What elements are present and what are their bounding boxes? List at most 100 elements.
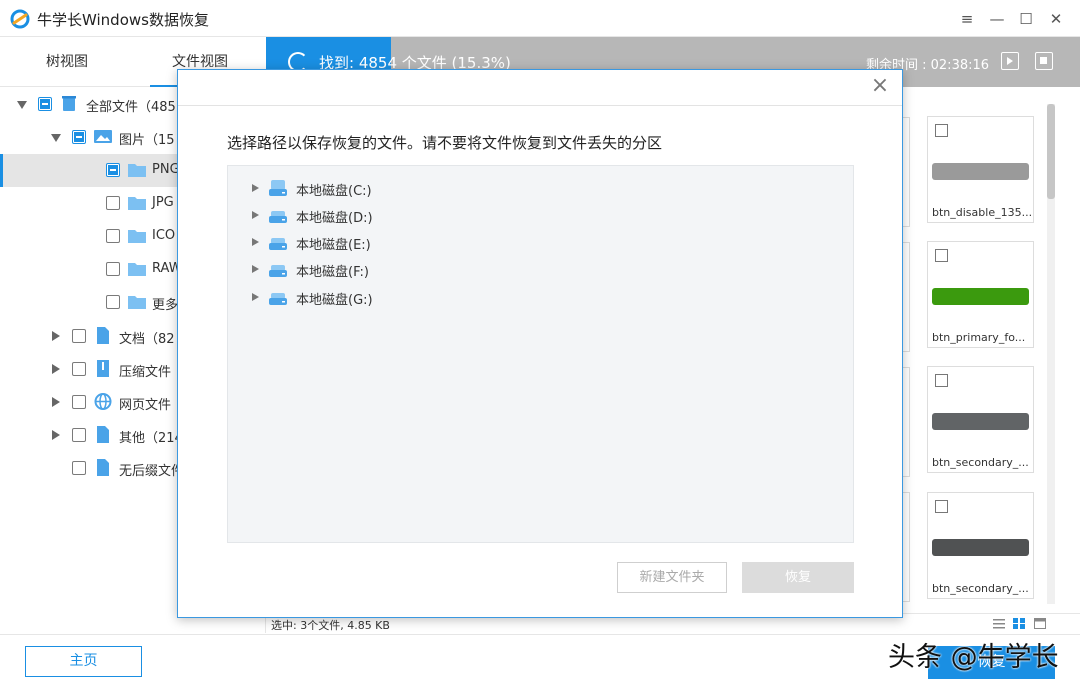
drive-label: 本地磁盘(D:) <box>296 211 373 226</box>
drive-label: 本地磁盘(G:) <box>296 293 373 308</box>
drive-label: 本地磁盘(C:) <box>296 184 372 199</box>
expand-arrow-icon[interactable] <box>52 430 60 440</box>
minimize-button[interactable]: — <box>986 8 1008 30</box>
tab-tree-view[interactable]: 树视图 <box>46 37 88 87</box>
thumbnail-filename: btn_secondary_... <box>932 582 1029 595</box>
stop-icon <box>1040 57 1047 64</box>
play-icon <box>1007 56 1013 65</box>
tree-label: 压缩文件 <box>119 365 172 380</box>
expand-arrow-icon[interactable] <box>252 211 259 219</box>
expand-arrow-icon[interactable] <box>52 331 60 341</box>
thumbnail-card[interactable]: btn_disable_135... <box>927 116 1034 223</box>
selection-status: 选中: 3个文件, 4.85 KB <box>271 619 390 632</box>
drive-item-d[interactable]: 本地磁盘(D:) <box>228 202 848 229</box>
tree-label: 更多 <box>152 298 179 313</box>
disk-drive-icon <box>269 238 287 250</box>
tree-checkbox[interactable] <box>72 395 86 409</box>
thumbnail-preview <box>932 539 1029 556</box>
dialog-message: 选择路径以保存恢复的文件。请不要将文件恢复到文件丢失的分区 <box>227 134 663 152</box>
stop-button[interactable] <box>1035 52 1053 70</box>
close-button[interactable]: ✕ <box>1045 8 1067 30</box>
drive-tree: 本地磁盘(C:) 本地磁盘(D:) 本地磁盘(E:) 本地磁盘(F:) 本地磁盘… <box>227 165 854 543</box>
tree-checkbox[interactable] <box>72 130 86 144</box>
grid-view-icon[interactable] <box>1013 618 1025 629</box>
title-bar: 牛学长Windows数据恢复 ≡ — ☐ ✕ <box>0 0 1080 37</box>
tree-checkbox[interactable] <box>106 262 120 276</box>
collapse-arrow-icon[interactable] <box>51 134 61 142</box>
tree-checkbox[interactable] <box>72 428 86 442</box>
tree-checkbox[interactable] <box>106 229 120 243</box>
tree-label: 全部文件（485 <box>86 100 176 115</box>
thumbnail-card-partial <box>902 242 910 352</box>
tree-checkbox[interactable] <box>106 295 120 309</box>
file-icon <box>97 459 109 476</box>
thumbnail-card[interactable]: btn_secondary_... <box>927 492 1034 599</box>
thumbnail-preview <box>932 288 1029 305</box>
thumbnail-filename: btn_disable_135... <box>932 206 1033 219</box>
drive-item-g[interactable]: 本地磁盘(G:) <box>228 284 848 311</box>
drive-label: 本地磁盘(E:) <box>296 238 371 253</box>
thumbnail-card-partial <box>902 117 910 227</box>
tree-label: JPG <box>152 195 174 210</box>
folder-icon <box>128 197 146 210</box>
home-button[interactable]: 主页 <box>25 646 142 677</box>
thumbnail-checkbox[interactable] <box>935 124 948 137</box>
collapse-arrow-icon[interactable] <box>17 101 27 109</box>
resume-button[interactable] <box>1001 52 1019 70</box>
expand-arrow-icon[interactable] <box>252 184 259 192</box>
tree-checkbox[interactable] <box>106 163 120 177</box>
drive-label: 本地磁盘(F:) <box>296 265 369 280</box>
folder-icon <box>128 263 146 276</box>
tree-label: PNG <box>152 162 180 177</box>
disk-drive-icon <box>269 180 287 196</box>
app-logo-icon <box>10 9 30 29</box>
thumbnail-checkbox[interactable] <box>935 500 948 513</box>
tree-checkbox[interactable] <box>72 362 86 376</box>
maximize-button[interactable]: ☐ <box>1015 8 1037 30</box>
expand-arrow-icon[interactable] <box>52 397 60 407</box>
tree-checkbox[interactable] <box>72 329 86 343</box>
folder-icon <box>128 296 146 309</box>
thumbnail-filename: btn_primary_fo... <box>932 331 1026 344</box>
tree-checkbox[interactable] <box>72 461 86 475</box>
save-path-dialog: × 选择路径以保存恢复的文件。请不要将文件恢复到文件丢失的分区 本地磁盘(C:)… <box>177 69 903 618</box>
drive-item-f[interactable]: 本地磁盘(F:) <box>228 256 848 283</box>
recycle-bin-icon <box>62 96 76 111</box>
disk-drive-icon <box>269 265 287 277</box>
tree-label: 网页文件 <box>119 398 172 413</box>
scrollbar-thumb[interactable] <box>1047 104 1055 199</box>
app-title: 牛学长Windows数据恢复 <box>37 11 209 29</box>
globe-icon <box>94 393 112 410</box>
tree-label: 图片（15 <box>119 133 175 148</box>
expand-arrow-icon[interactable] <box>252 293 259 301</box>
disk-drive-icon <box>269 211 287 223</box>
expand-arrow-icon[interactable] <box>252 238 259 246</box>
tree-checkbox[interactable] <box>38 97 52 111</box>
thumbnail-preview <box>932 163 1029 180</box>
tree-label: 无后缀文件 <box>119 464 185 479</box>
disk-drive-icon <box>269 293 287 305</box>
tree-checkbox[interactable] <box>106 196 120 210</box>
file-icon <box>97 426 109 443</box>
menu-icon[interactable]: ≡ <box>956 8 978 30</box>
preview-view-icon[interactable] <box>1034 618 1046 629</box>
list-view-icon[interactable] <box>993 618 1005 629</box>
new-folder-button[interactable]: 新建文件夹 <box>617 562 727 593</box>
dialog-close-button[interactable]: × <box>868 74 892 98</box>
grid-scrollbar[interactable] <box>1047 104 1055 604</box>
thumbnail-checkbox[interactable] <box>935 374 948 387</box>
dialog-recover-button[interactable]: 恢复 <box>742 562 854 593</box>
watermark-text: 头条 @牛学长 <box>888 642 1059 673</box>
folder-icon <box>128 230 146 243</box>
thumbnail-checkbox[interactable] <box>935 249 948 262</box>
tree-label: 文档（82 <box>119 332 175 347</box>
thumbnail-card[interactable]: btn_secondary_... <box>927 366 1034 473</box>
thumbnail-card[interactable]: btn_primary_fo... <box>927 241 1034 348</box>
dialog-header: × <box>178 70 902 106</box>
drive-item-e[interactable]: 本地磁盘(E:) <box>228 229 848 256</box>
expand-arrow-icon[interactable] <box>52 364 60 374</box>
tree-label: 其他（214 <box>119 431 183 446</box>
expand-arrow-icon[interactable] <box>252 265 259 273</box>
image-icon <box>94 130 112 143</box>
drive-item-c[interactable]: 本地磁盘(C:) <box>228 175 848 202</box>
